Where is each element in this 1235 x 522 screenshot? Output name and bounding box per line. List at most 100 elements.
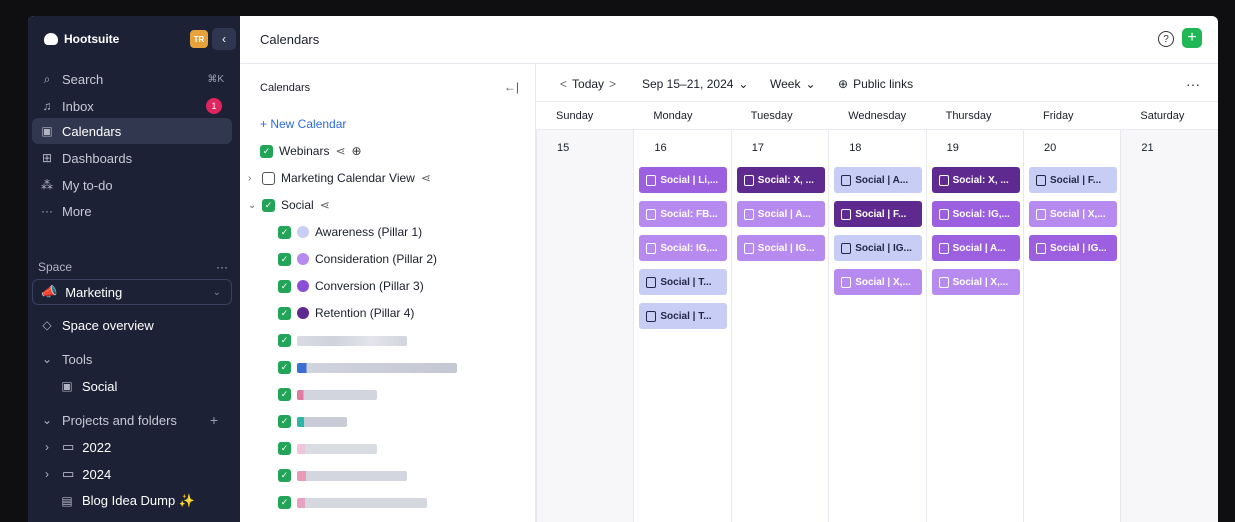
sidebar-item-search[interactable]: ⌕ Search ⌘K: [32, 66, 232, 92]
blurred-calendar-row[interactable]: ✓: [278, 415, 347, 428]
add-circle-icon[interactable]: ⊕: [352, 144, 362, 158]
add-folder-button[interactable]: +: [210, 412, 218, 428]
more-options-button[interactable]: ···: [1186, 76, 1200, 92]
sidebar-item-todo[interactable]: ⁂ My to-do: [32, 172, 232, 198]
checkbox[interactable]: [262, 171, 275, 185]
collapse-panel-icon[interactable]: ←|: [504, 80, 519, 94]
pillar-row[interactable]: ✓ Awareness (Pillar 1): [278, 225, 422, 239]
calendar-event[interactable]: Social: IG,...: [931, 201, 1020, 227]
checkbox[interactable]: ✓: [278, 415, 291, 428]
redacted-label: [297, 335, 407, 346]
calendar-event[interactable]: Social | F...: [834, 201, 923, 227]
pillar-row[interactable]: ✓ Retention (Pillar 4): [278, 306, 414, 320]
checkbox[interactable]: ✓: [278, 279, 291, 293]
day-column[interactable]: 19 Social: X, ... Social: IG,... Social | A…: [925, 130, 1023, 522]
share-icon[interactable]: ⋖: [335, 144, 345, 158]
day-column[interactable]: 20 Social | F... Social | X,... Social | IG…: [1023, 130, 1120, 522]
calendar-row-webinars[interactable]: ✓ Webinars ⋖ ⊕: [260, 144, 362, 158]
calendar-event[interactable]: Social | T...: [639, 303, 728, 329]
blurred-calendar-row[interactable]: ✓: [278, 442, 377, 455]
new-calendar-button[interactable]: + New Calendar: [260, 117, 346, 131]
calendar-event[interactable]: Social | F...: [1029, 167, 1117, 193]
today-button[interactable]: Today: [572, 77, 604, 91]
space-options-button[interactable]: ···: [216, 260, 228, 274]
pillar-row[interactable]: ✓ Conversion (Pillar 3): [278, 279, 424, 293]
sidebar-item-social[interactable]: ▣ Social: [52, 373, 232, 399]
calendar-event[interactable]: Social | X,...: [931, 269, 1020, 295]
checkbox[interactable]: ✓: [278, 496, 291, 509]
sidebar-item-calendars[interactable]: ▣ Calendars: [32, 118, 232, 144]
post-icon: [743, 242, 754, 254]
calendar-row-social[interactable]: ⌄ ✓ Social ⋖: [248, 198, 330, 212]
checkbox[interactable]: ✓: [278, 334, 291, 347]
day-header: Tuesday: [730, 102, 829, 130]
day-column[interactable]: 18 Social | A... Social | F... Social | IG.…: [828, 130, 925, 522]
calendar-event[interactable]: Social | X,...: [834, 269, 923, 295]
avatar[interactable]: TR: [190, 30, 208, 48]
sidebar-item-dashboards[interactable]: ⊞ Dashboards: [32, 145, 232, 171]
sidebar-item-more[interactable]: ··· More: [32, 198, 232, 224]
checkbox[interactable]: ✓: [278, 225, 291, 239]
sidebar-item-space-overview[interactable]: ◇ Space overview: [32, 312, 232, 338]
calendar-event[interactable]: Social | A...: [931, 235, 1020, 261]
blurred-calendar-row[interactable]: ✓: [278, 334, 407, 347]
hootsuite-logo[interactable]: Hootsuite: [44, 32, 119, 46]
checkbox[interactable]: ✓: [260, 144, 273, 158]
event-label: Social | A...: [952, 242, 1006, 254]
space-select[interactable]: 📣 Marketing ⌄: [32, 279, 232, 305]
sidebar-item-inbox[interactable]: ♫ Inbox 1: [32, 93, 232, 119]
create-button[interactable]: +: [1182, 28, 1202, 48]
view-select[interactable]: Week ⌄: [770, 77, 816, 91]
projects-section[interactable]: ⌄ Projects and folders +: [32, 407, 232, 433]
checkbox[interactable]: ✓: [278, 469, 291, 482]
date-range-select[interactable]: Sep 15–21, 2024 ⌄: [642, 77, 748, 91]
public-links-button[interactable]: ⊕ Public links: [838, 77, 913, 91]
calendar-event[interactable]: Social | IG...: [1029, 235, 1117, 261]
day-column[interactable]: 21: [1120, 130, 1218, 522]
tools-section[interactable]: ⌄ Tools: [32, 346, 232, 372]
share-icon[interactable]: ⋖: [320, 198, 330, 212]
day-column[interactable]: 17 Social: X, ... Social | A... Social | IG…: [730, 130, 828, 522]
sidebar-item-label: Space overview: [62, 317, 154, 333]
calendar-event[interactable]: Social | A...: [834, 167, 923, 193]
space-label: Space: [38, 260, 73, 274]
calendar-event[interactable]: Social | A...: [736, 201, 825, 227]
help-icon[interactable]: ?: [1158, 31, 1174, 47]
calendar-event[interactable]: Social | IG...: [834, 235, 923, 261]
calendar-row-marketing-view[interactable]: › Marketing Calendar View ⋖: [248, 171, 431, 185]
blurred-calendar-row[interactable]: ✓: [278, 469, 407, 482]
blurred-calendar-row[interactable]: ✓: [278, 388, 377, 401]
chevron-down-icon[interactable]: ⌄: [248, 200, 256, 211]
day-column[interactable]: 16 Social | Li,... Social: FB... Social: IG…: [633, 130, 730, 522]
calendar-event[interactable]: Social: X, ...: [931, 167, 1020, 193]
blurred-calendar-row[interactable]: ✓: [278, 496, 427, 509]
post-icon: [938, 208, 949, 220]
calendar-event[interactable]: Social: X, ...: [736, 167, 825, 193]
calendar-event[interactable]: Social: IG,...: [639, 235, 728, 261]
chevron-right-icon[interactable]: ›: [248, 173, 256, 184]
next-week-button[interactable]: >: [609, 77, 616, 91]
share-icon[interactable]: ⋖: [421, 171, 431, 185]
calendar-event[interactable]: Social | T...: [639, 269, 728, 295]
day-column[interactable]: 15: [536, 130, 634, 522]
checkbox[interactable]: ✓: [278, 252, 291, 266]
post-icon: [1036, 174, 1046, 186]
folder-2022[interactable]: › ▭ 2022: [32, 434, 232, 460]
folder-2024[interactable]: › ▭ 2024: [32, 461, 232, 487]
sidebar-item-blog[interactable]: ▤ Blog Idea Dump ✨: [52, 488, 232, 514]
calendar-event[interactable]: Social | X,...: [1029, 201, 1117, 227]
sidebar: Hootsuite TR ‹ ⌕ Search ⌘K ♫ Inbox 1 ▣ C…: [28, 16, 240, 522]
collapse-sidebar-button[interactable]: ‹: [212, 28, 236, 50]
checkbox[interactable]: ✓: [262, 198, 275, 212]
checkbox[interactable]: ✓: [278, 306, 291, 320]
calendar-event[interactable]: Social: FB...: [639, 201, 728, 227]
checkbox[interactable]: ✓: [278, 442, 291, 455]
prev-week-button[interactable]: <: [560, 77, 567, 91]
checkbox[interactable]: ✓: [278, 388, 291, 401]
pillar-row[interactable]: ✓ Consideration (Pillar 2): [278, 252, 437, 266]
calendar-event[interactable]: Social | IG...: [736, 235, 825, 261]
blurred-calendar-row[interactable]: ✓: [278, 361, 457, 374]
sidebar-item-label: Blog Idea Dump ✨: [82, 493, 196, 508]
checkbox[interactable]: ✓: [278, 361, 291, 374]
calendar-event[interactable]: Social | Li,...: [639, 167, 728, 193]
